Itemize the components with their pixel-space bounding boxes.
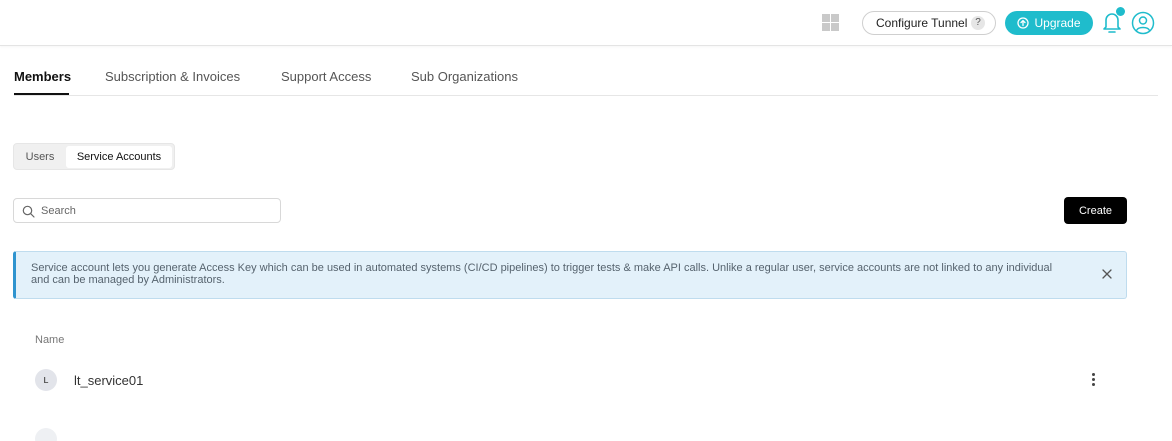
top-bar: Configure Tunnel ? Upgrade	[0, 0, 1172, 46]
search-box	[13, 198, 281, 223]
active-tab-indicator	[14, 93, 69, 95]
info-banner-text: Service account lets you generate Access…	[31, 262, 1053, 286]
search-input[interactable]	[41, 202, 271, 219]
search-icon	[22, 205, 35, 218]
create-button[interactable]: Create	[1064, 197, 1127, 224]
tab-support-access[interactable]: Support Access	[281, 69, 371, 84]
configure-tunnel-button[interactable]: Configure Tunnel ?	[862, 11, 996, 35]
tab-members[interactable]: Members	[14, 69, 71, 84]
upgrade-button[interactable]: Upgrade	[1005, 11, 1093, 35]
avatar	[35, 428, 57, 441]
help-icon[interactable]: ?	[971, 16, 985, 30]
tab-subscription-invoices[interactable]: Subscription & Invoices	[105, 69, 240, 84]
more-vertical-icon[interactable]	[1090, 373, 1096, 389]
tab-sub-organizations[interactable]: Sub Organizations	[411, 69, 518, 84]
configure-tunnel-label: Configure Tunnel	[876, 16, 968, 30]
upgrade-label: Upgrade	[1034, 16, 1081, 30]
apps-grid-icon[interactable]	[822, 14, 839, 31]
users-toggle-option[interactable]: Users	[14, 146, 66, 168]
service-account-name: lt_service01	[74, 373, 144, 388]
column-header-name: Name	[35, 334, 65, 346]
notification-dot	[1116, 7, 1125, 16]
close-icon[interactable]	[1100, 267, 1114, 281]
arrow-up-circle-icon	[1017, 17, 1030, 29]
table-row[interactable]: L lt_service01	[13, 365, 1127, 395]
info-banner: Service account lets you generate Access…	[13, 251, 1127, 299]
settings-tabs: Members Subscription & Invoices Support …	[14, 62, 1158, 96]
user-circle-icon[interactable]	[1131, 11, 1155, 35]
service-accounts-toggle-option[interactable]: Service Accounts	[66, 146, 172, 168]
member-type-toggle: Users Service Accounts	[13, 143, 175, 170]
avatar: L	[35, 369, 57, 391]
